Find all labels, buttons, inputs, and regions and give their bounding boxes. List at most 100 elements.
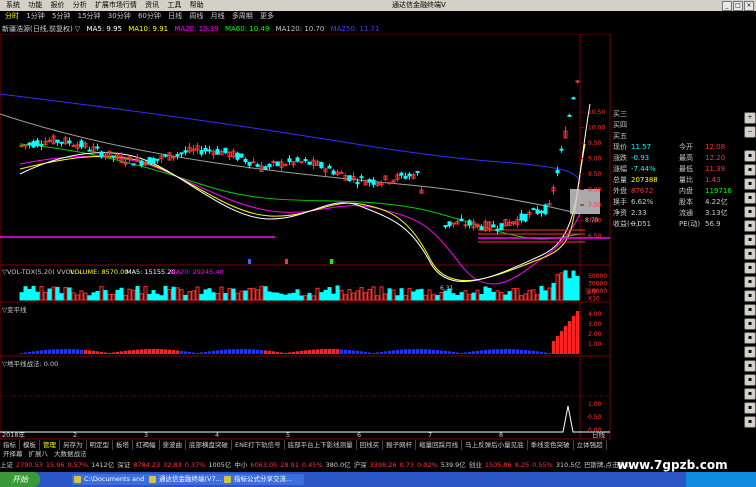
indicator-tab[interactable]: 模板 <box>20 440 40 450</box>
indicator-tab[interactable]: 底部横盘突破 <box>186 440 232 450</box>
indicator-tab[interactable]: 季线变色突破 <box>528 440 574 450</box>
volume-bar <box>111 293 116 301</box>
indicator1-bar <box>260 349 263 354</box>
stock-name-label[interactable]: 新疆浩源(日线,前复权) ▽ <box>2 25 80 33</box>
indicator-tab[interactable]: 缩量回踩月线 <box>416 440 463 450</box>
indicator-tab[interactable]: 管理 <box>40 440 60 450</box>
volume-bar <box>91 292 96 301</box>
volume-bar <box>167 289 172 301</box>
indicator1-bar <box>460 352 463 354</box>
start-button[interactable]: 开始 <box>0 472 40 487</box>
zoom-in-icon[interactable]: + <box>744 112 756 124</box>
indicator-tab[interactable]: 板塔 <box>113 440 133 450</box>
period-tab-5min[interactable]: 5分钟 <box>52 11 70 22</box>
menu-system[interactable]: 系统 <box>6 0 20 11</box>
minimize-icon[interactable]: _ <box>722 1 732 11</box>
candle-body <box>443 225 448 228</box>
maximize-icon[interactable]: □ <box>733 1 743 11</box>
indicator1-bar <box>120 351 123 354</box>
indicator1-bar <box>560 331 563 354</box>
volume-bar <box>343 294 348 301</box>
panel-icon-17[interactable]: ▪ <box>744 374 756 386</box>
panel-icon-2[interactable]: ▪ <box>744 164 756 176</box>
indicator1-bar <box>88 350 91 354</box>
indicator-tab[interactable]: 红褐幅 <box>133 440 160 450</box>
zoom-out-icon[interactable]: − <box>744 126 756 138</box>
panel-icon-14[interactable]: ▪ <box>744 332 756 344</box>
indicator-tab[interactable]: 指标 <box>0 440 20 450</box>
panel-icon-20[interactable]: ▪ <box>744 416 756 428</box>
indicator1-bar <box>428 349 431 354</box>
chart-area[interactable]: 6.31 8.70 涨停 10.5010.009.509.008.508.007… <box>0 34 611 440</box>
volume-bar <box>431 294 436 301</box>
menu-news[interactable]: 资讯 <box>145 0 159 11</box>
period-tab-multi[interactable]: 多周期 <box>232 11 253 22</box>
panel-icon-6[interactable]: ▪ <box>744 220 756 232</box>
indicator-tab[interactable]: 翻倍黑马 <box>607 440 611 450</box>
indicator-tab[interactable]: 明定型 <box>87 440 113 450</box>
indicator-tab[interactable]: 回线买 <box>357 440 384 450</box>
panel-icon-4[interactable]: ▪ <box>744 192 756 204</box>
panel-icon-1[interactable]: ▪ <box>744 150 756 162</box>
period-tab-60min[interactable]: 60分钟 <box>138 11 161 22</box>
period-tab-month[interactable]: 月线 <box>211 11 225 22</box>
period-tab-week[interactable]: 周线 <box>189 11 203 22</box>
indicator1-bar <box>220 349 223 354</box>
indicator1-bar <box>196 352 199 354</box>
panel-icon-18[interactable]: ▪ <box>744 388 756 400</box>
panel-icon-3[interactable]: ▪ <box>744 178 756 190</box>
indicator-tab[interactable]: 斐波曲 <box>160 440 186 450</box>
panel-icon-19[interactable]: ▪ <box>744 402 756 414</box>
indicator1-bar <box>564 326 567 354</box>
menu-analysis[interactable]: 分析 <box>73 0 87 11</box>
menu-function[interactable]: 功能 <box>28 0 42 11</box>
ma60-line <box>19 143 581 240</box>
panel-icon-13[interactable]: ▪ <box>744 318 756 330</box>
quote-value: 0.051 <box>631 220 652 228</box>
indicator-tab[interactable]: 底部平台上下影线测量 <box>285 440 357 450</box>
panel-icon-5[interactable]: ▪ <box>744 206 756 218</box>
indicator-tab[interactable]: 马上反弹后小量见底 <box>462 440 528 450</box>
volume-legend: ▽VOL-TDX(5,20) VVOL: - VOLUME: 8570.00 M… <box>2 268 224 276</box>
indicator-tab[interactable]: 立体强超 <box>574 440 607 450</box>
period-tab-intraday[interactable]: 分时 <box>5 11 19 22</box>
template-tab[interactable]: 开择幕 <box>0 450 26 459</box>
panel-icon-8[interactable]: ▪ <box>744 248 756 260</box>
status-item: 6063.05 <box>250 461 278 469</box>
volume-bar <box>443 290 448 301</box>
period-tab-more[interactable]: 更多 <box>260 11 274 22</box>
panel-icon-10[interactable]: ▪ <box>744 276 756 288</box>
taskbar-item-browser[interactable]: 指标公式分享交流... <box>222 474 304 485</box>
period-tab-1min[interactable]: 1分钟 <box>26 11 44 22</box>
volume-bar <box>559 272 564 301</box>
menu-tools[interactable]: 工具 <box>167 0 181 11</box>
menu-help[interactable]: 帮助 <box>190 0 204 11</box>
period-tab-day[interactable]: 日线 <box>168 11 182 22</box>
panel-icon-15[interactable]: ▪ <box>744 346 756 358</box>
menu-quote[interactable]: 报价 <box>50 0 64 11</box>
period-tab-15min[interactable]: 15分钟 <box>78 11 101 22</box>
volume-bar <box>275 292 280 301</box>
template-tab[interactable]: 大数据战法 <box>51 450 90 459</box>
indicator1-bar <box>448 351 451 354</box>
volume-bar <box>75 294 80 301</box>
panel-icon-7[interactable]: ▪ <box>744 234 756 246</box>
price-axis: 10.50 10.00 9.50 9.00 8.50 8.00 7.50 7.00 6.50 <box>580 109 605 240</box>
indicator-tab[interactable]: 另存为 <box>60 440 87 450</box>
menu-extended-market[interactable]: 扩展市场行情 <box>95 0 137 11</box>
price-tick-label: 9.00 <box>588 156 602 163</box>
taskbar-item-tdx[interactable]: 通达信金融终端(V7... <box>147 474 229 485</box>
close-icon[interactable]: × <box>744 1 754 11</box>
taskbar-item-explorer[interactable]: C:\Documents and ... <box>72 474 154 485</box>
panel-icon-12[interactable]: ▪ <box>744 304 756 316</box>
panel-icon-9[interactable]: ▪ <box>744 262 756 274</box>
browser-icon <box>224 476 231 483</box>
template-tab[interactable]: 扩展八 <box>26 450 52 459</box>
period-tab-30min[interactable]: 30分钟 <box>108 11 131 22</box>
panel-icon-11[interactable]: ▪ <box>744 290 756 302</box>
volume-bar <box>39 285 44 301</box>
indicator1-bar <box>384 351 387 354</box>
indicator-tab[interactable]: 猴子网杆 <box>383 440 417 450</box>
panel-icon-16[interactable]: ▪ <box>744 360 756 372</box>
indicator-tab[interactable]: ENE打下轨信号 <box>232 440 285 450</box>
